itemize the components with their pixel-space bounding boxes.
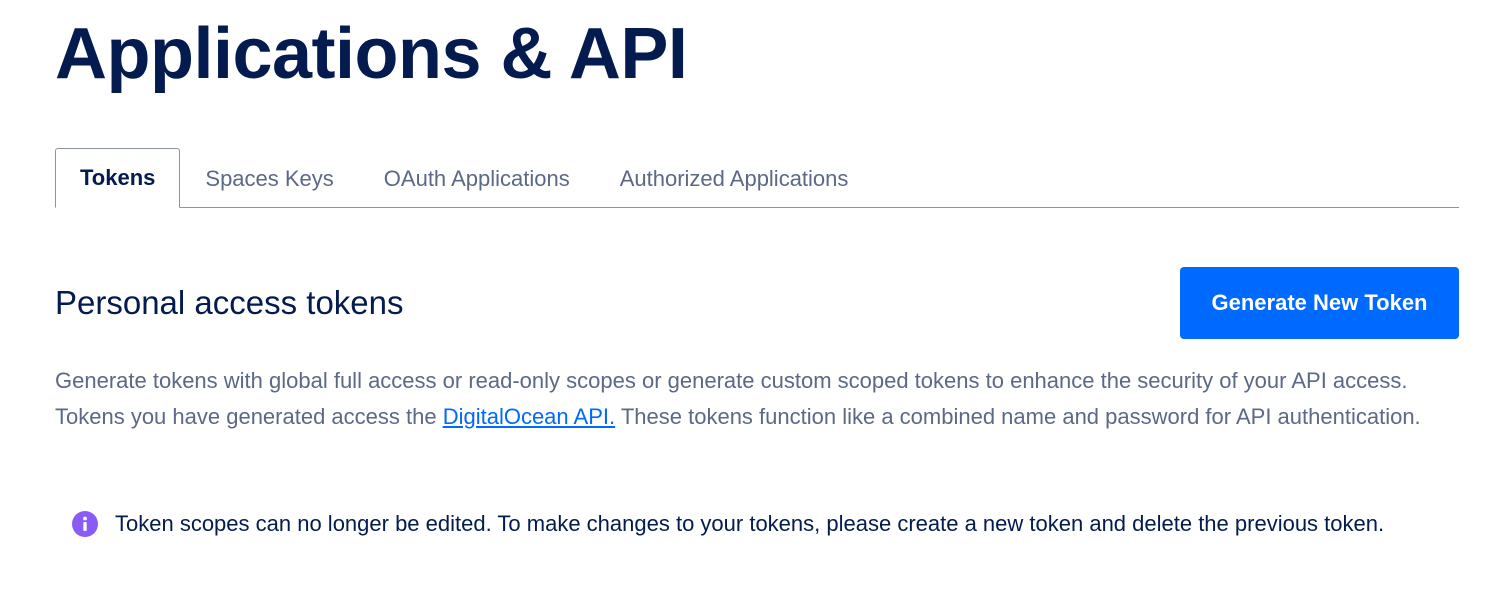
tab-authorized-applications[interactable]: Authorized Applications bbox=[595, 149, 874, 208]
generate-new-token-button[interactable]: Generate New Token bbox=[1180, 267, 1459, 339]
tab-bar: Tokens Spaces Keys OAuth Applications Au… bbox=[55, 147, 1459, 208]
info-notice: Token scopes can no longer be edited. To… bbox=[72, 506, 1452, 542]
section-title: Personal access tokens bbox=[55, 284, 404, 321]
section-description: Generate tokens with global full access … bbox=[55, 363, 1455, 435]
tab-oauth-applications[interactable]: OAuth Applications bbox=[359, 149, 595, 208]
digitalocean-api-link[interactable]: DigitalOcean API. bbox=[443, 404, 615, 429]
notice-text: Token scopes can no longer be edited. To… bbox=[115, 511, 1385, 536]
tab-spaces-keys[interactable]: Spaces Keys bbox=[180, 149, 358, 208]
tab-tokens[interactable]: Tokens bbox=[55, 148, 181, 208]
info-icon bbox=[72, 511, 98, 537]
description-text-end: These tokens function like a combined na… bbox=[615, 404, 1421, 429]
page-title: Applications & API bbox=[55, 14, 688, 94]
applications-api-page: Applications & API Tokens Spaces Keys OA… bbox=[0, 0, 1503, 613]
